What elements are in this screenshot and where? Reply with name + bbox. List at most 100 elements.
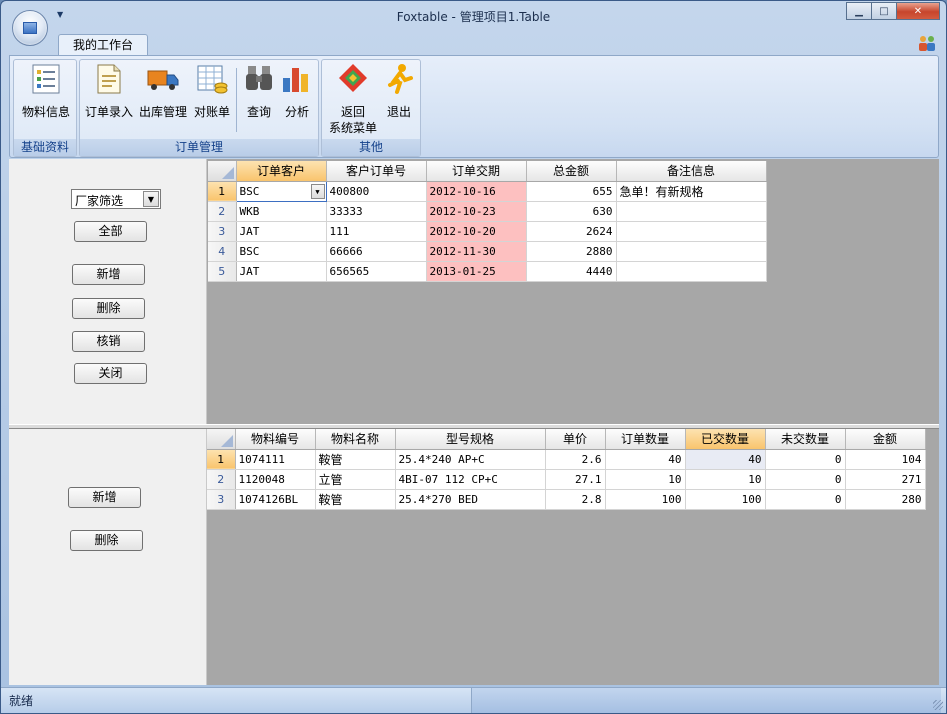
- cell[interactable]: 25.4*270 BED: [395, 489, 546, 510]
- cell[interactable]: WKB: [236, 201, 327, 222]
- chevron-down-icon[interactable]: ▼: [310, 183, 325, 199]
- cell[interactable]: 10: [605, 469, 686, 490]
- maximize-button[interactable]: □: [871, 2, 897, 20]
- cell[interactable]: 2012-11-30: [426, 241, 527, 262]
- analysis-button[interactable]: 分析: [278, 62, 316, 120]
- outbound-management-button[interactable]: 出库管理: [136, 62, 190, 120]
- cell[interactable]: 鞍管: [315, 449, 396, 470]
- statement-button[interactable]: 对账单: [190, 62, 234, 120]
- column-header[interactable]: 总金额: [526, 161, 617, 182]
- column-header[interactable]: 型号规格: [395, 429, 546, 450]
- cell[interactable]: 400800: [326, 181, 427, 202]
- application-menu-button[interactable]: [12, 10, 48, 46]
- order-entry-button[interactable]: 订单录入: [82, 62, 136, 120]
- cell[interactable]: 1120048: [235, 469, 316, 490]
- cell[interactable]: 271: [845, 469, 926, 490]
- query-button[interactable]: 查询: [240, 62, 278, 120]
- column-header[interactable]: 订单客户: [236, 161, 327, 182]
- manufacturer-filter-combo[interactable]: 厂家筛选 ▼: [71, 189, 161, 209]
- cell[interactable]: 33333: [326, 201, 427, 222]
- cell[interactable]: 0: [765, 449, 846, 470]
- cell[interactable]: 2012-10-16: [426, 181, 527, 202]
- column-header[interactable]: 备注信息: [616, 161, 767, 182]
- cell[interactable]: 2013-01-25: [426, 261, 527, 282]
- cell[interactable]: 立管: [315, 469, 396, 490]
- cell[interactable]: 1074126BL: [235, 489, 316, 510]
- delete-order-button[interactable]: 删除: [72, 298, 145, 319]
- cell[interactable]: 655: [526, 181, 617, 202]
- cell[interactable]: 104: [845, 449, 926, 470]
- cell[interactable]: 280: [845, 489, 926, 510]
- add-detail-button[interactable]: 新增: [68, 487, 141, 508]
- cell[interactable]: 100: [685, 489, 766, 510]
- row-number[interactable]: 3: [208, 221, 237, 242]
- add-order-button[interactable]: 新增: [72, 264, 145, 285]
- cell[interactable]: [616, 201, 767, 222]
- cell[interactable]: 10: [685, 469, 766, 490]
- column-header[interactable]: 客户订单号: [326, 161, 427, 182]
- delete-detail-button[interactable]: 删除: [70, 530, 143, 551]
- cell[interactable]: [616, 221, 767, 242]
- row-number[interactable]: 4: [208, 241, 237, 262]
- cell[interactable]: 2624: [526, 221, 617, 242]
- cell[interactable]: 111: [326, 221, 427, 242]
- selected-cell[interactable]: 40: [685, 449, 766, 470]
- cell[interactable]: 2.8: [545, 489, 606, 510]
- table-row[interactable]: 3 1074126BL 鞍管 25.4*270 BED 2.8 100 100 …: [207, 489, 926, 510]
- row-number[interactable]: 1: [208, 181, 237, 202]
- cell[interactable]: BSC: [236, 241, 327, 262]
- column-header[interactable]: 已交数量: [685, 429, 766, 450]
- table-corner[interactable]: [208, 161, 237, 182]
- cell[interactable]: 2.6: [545, 449, 606, 470]
- chevron-down-icon[interactable]: ▼: [143, 191, 159, 207]
- table-row[interactable]: 5 JAT 656565 2013-01-25 4440: [208, 261, 767, 282]
- cell[interactable]: 25.4*240 AP+C: [395, 449, 546, 470]
- column-header[interactable]: 物料编号: [235, 429, 316, 450]
- cell[interactable]: [616, 241, 767, 262]
- table-row[interactable]: 2 1120048 立管 4BI-07 112 CP+C 27.1 10 10 …: [207, 469, 926, 490]
- cell[interactable]: 630: [526, 201, 617, 222]
- cell[interactable]: 656565: [326, 261, 427, 282]
- cell[interactable]: 0: [765, 489, 846, 510]
- cell[interactable]: 急单！有新规格: [616, 181, 767, 202]
- cell[interactable]: 0: [765, 469, 846, 490]
- close-window-button[interactable]: ✕: [896, 2, 940, 20]
- back-to-system-menu-button[interactable]: 返回 系统菜单: [326, 62, 380, 136]
- users-icon[interactable]: [918, 35, 936, 51]
- table-row[interactable]: 1 1074111 鞍管 25.4*240 AP+C 2.6 40 40 0 1…: [207, 449, 926, 470]
- table-row[interactable]: 4 BSC 66666 2012-11-30 2880: [208, 241, 767, 262]
- cell[interactable]: 2880: [526, 241, 617, 262]
- exit-button[interactable]: 退出: [380, 62, 418, 120]
- table-row[interactable]: 3 JAT 111 2012-10-20 2624: [208, 221, 767, 242]
- cell[interactable]: 40: [605, 449, 686, 470]
- show-all-button[interactable]: 全部: [74, 221, 147, 242]
- cell[interactable]: JAT: [236, 221, 327, 242]
- cell[interactable]: 鞍管: [315, 489, 396, 510]
- customer-cell-editor[interactable]: BSC ▼: [235, 180, 327, 202]
- close-button[interactable]: 关闭: [74, 363, 147, 384]
- tab-my-workbench[interactable]: 我的工作台: [58, 34, 148, 56]
- cell[interactable]: 2012-10-20: [426, 221, 527, 242]
- column-header[interactable]: 金额: [845, 429, 926, 450]
- column-header[interactable]: 订单数量: [605, 429, 686, 450]
- row-number[interactable]: 2: [207, 469, 236, 490]
- cell[interactable]: 4440: [526, 261, 617, 282]
- table-corner[interactable]: [207, 429, 236, 450]
- cell[interactable]: [616, 261, 767, 282]
- column-header[interactable]: 物料名称: [315, 429, 396, 450]
- column-header[interactable]: 未交数量: [765, 429, 846, 450]
- row-number[interactable]: 2: [208, 201, 237, 222]
- row-number[interactable]: 3: [207, 489, 236, 510]
- column-header[interactable]: 订单交期: [426, 161, 527, 182]
- row-number[interactable]: 1: [207, 449, 236, 470]
- cell[interactable]: 100: [605, 489, 686, 510]
- cell[interactable]: 1074111: [235, 449, 316, 470]
- material-info-button[interactable]: 物料信息: [19, 62, 73, 120]
- cell[interactable]: 2012-10-23: [426, 201, 527, 222]
- cell[interactable]: JAT: [236, 261, 327, 282]
- minimize-button[interactable]: ▁: [846, 2, 872, 20]
- cell[interactable]: 66666: [326, 241, 427, 262]
- table-row[interactable]: 1 BSC ▼ 400800 2012-10-16 655 急单！有新规格: [208, 180, 767, 202]
- column-header[interactable]: 单价: [545, 429, 606, 450]
- resize-grip-icon[interactable]: [933, 700, 943, 710]
